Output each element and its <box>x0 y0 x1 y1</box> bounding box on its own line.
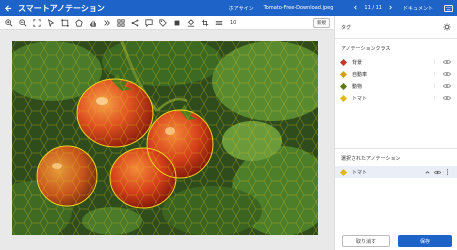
documents-link[interactable]: ドキュメント <box>403 5 433 12</box>
selected-annotation-name: トマト <box>352 169 368 176</box>
class-color-diamond-icon <box>339 168 348 176</box>
annotation-classes-title: アノテーションクラス <box>341 46 391 52</box>
selected-annotation-item[interactable]: トマト <box>335 166 457 178</box>
app-header: スマートアノテーション ホアサイン Tomato-Free-Download.j… <box>0 0 457 16</box>
tag-icon[interactable] <box>158 18 168 28</box>
class-item-car[interactable]: 自動車 ⋮ <box>335 68 457 80</box>
app-title: スマートアノテーション <box>18 3 105 13</box>
side-panel: タグ アノテーションクラス 背景 ⋮ 自動車 ⋮ 動物 ⋮ トマト ⋮ 選択され… <box>334 16 457 250</box>
class-item-tomato[interactable]: トマト ⋮ <box>335 92 457 104</box>
tomato-image-illustration <box>12 41 318 235</box>
class-item-background[interactable]: 背景 ⋮ <box>335 56 457 68</box>
more-icon[interactable]: ⋮ <box>433 96 438 101</box>
zoom-out-icon[interactable] <box>18 18 28 28</box>
more-icon[interactable]: ⋮ <box>433 84 438 89</box>
selected-annotations-title: 選択されたアノテーション <box>341 156 401 162</box>
save-button[interactable]: 保存 <box>398 235 452 247</box>
layers-icon[interactable] <box>214 18 224 28</box>
page-indicator: 11 / 11 <box>364 5 382 11</box>
eye-icon[interactable] <box>442 95 452 101</box>
more-vert-icon[interactable] <box>444 169 451 175</box>
new-button[interactable]: 新規 <box>313 17 330 28</box>
class-name: トマト <box>352 95 368 102</box>
bounding-box-icon[interactable] <box>60 18 70 28</box>
annotation-toolbar: 10 新規 <box>0 16 334 30</box>
double-chevron-icon[interactable] <box>102 18 112 28</box>
class-color-diamond-icon <box>339 58 348 66</box>
more-icon[interactable]: ⋮ <box>433 72 438 77</box>
gear-icon[interactable] <box>443 23 451 31</box>
comment-icon[interactable] <box>144 18 154 28</box>
eye-icon[interactable] <box>434 169 441 175</box>
grid-icon[interactable] <box>116 18 126 28</box>
eye-icon[interactable] <box>442 59 452 65</box>
fit-screen-icon[interactable] <box>32 18 42 28</box>
keyboard-icon[interactable] <box>443 3 453 13</box>
tags-title: タグ <box>341 24 352 31</box>
select-icon[interactable] <box>46 18 56 28</box>
zoom-level[interactable]: 10 <box>230 20 236 26</box>
cancel-button[interactable]: 取り消す <box>342 235 390 247</box>
fill-bucket-icon[interactable] <box>186 18 196 28</box>
stop-icon[interactable] <box>172 18 182 28</box>
annotation-canvas[interactable] <box>0 30 334 250</box>
tomato-photo[interactable] <box>12 41 318 235</box>
next-page-icon[interactable] <box>388 5 393 12</box>
hand-pan-icon[interactable] <box>88 18 98 28</box>
back-arrow-icon[interactable] <box>0 0 16 16</box>
more-icon[interactable]: ⋮ <box>433 60 438 65</box>
zoom-in-icon[interactable] <box>4 18 14 28</box>
class-name: 自動車 <box>352 71 368 78</box>
eye-icon[interactable] <box>442 83 452 89</box>
polygon-icon[interactable] <box>74 18 84 28</box>
tags-header: タグ <box>335 16 457 38</box>
prev-page-icon[interactable] <box>353 5 358 12</box>
class-item-animal[interactable]: 動物 ⋮ <box>335 80 457 92</box>
class-name: 背景 <box>352 59 363 66</box>
class-color-diamond-icon <box>339 82 348 90</box>
share-icon[interactable] <box>130 18 140 28</box>
class-color-diamond-icon <box>339 70 348 78</box>
assign-link[interactable]: ホアサイン <box>229 5 254 12</box>
chevron-up-icon[interactable] <box>424 169 431 175</box>
class-name: 動物 <box>352 83 363 90</box>
filename: Tomato-Free-Download.jpeg <box>263 5 334 11</box>
eye-icon[interactable] <box>442 71 452 77</box>
class-color-diamond-icon <box>339 94 348 102</box>
crop-icon[interactable] <box>200 18 210 28</box>
